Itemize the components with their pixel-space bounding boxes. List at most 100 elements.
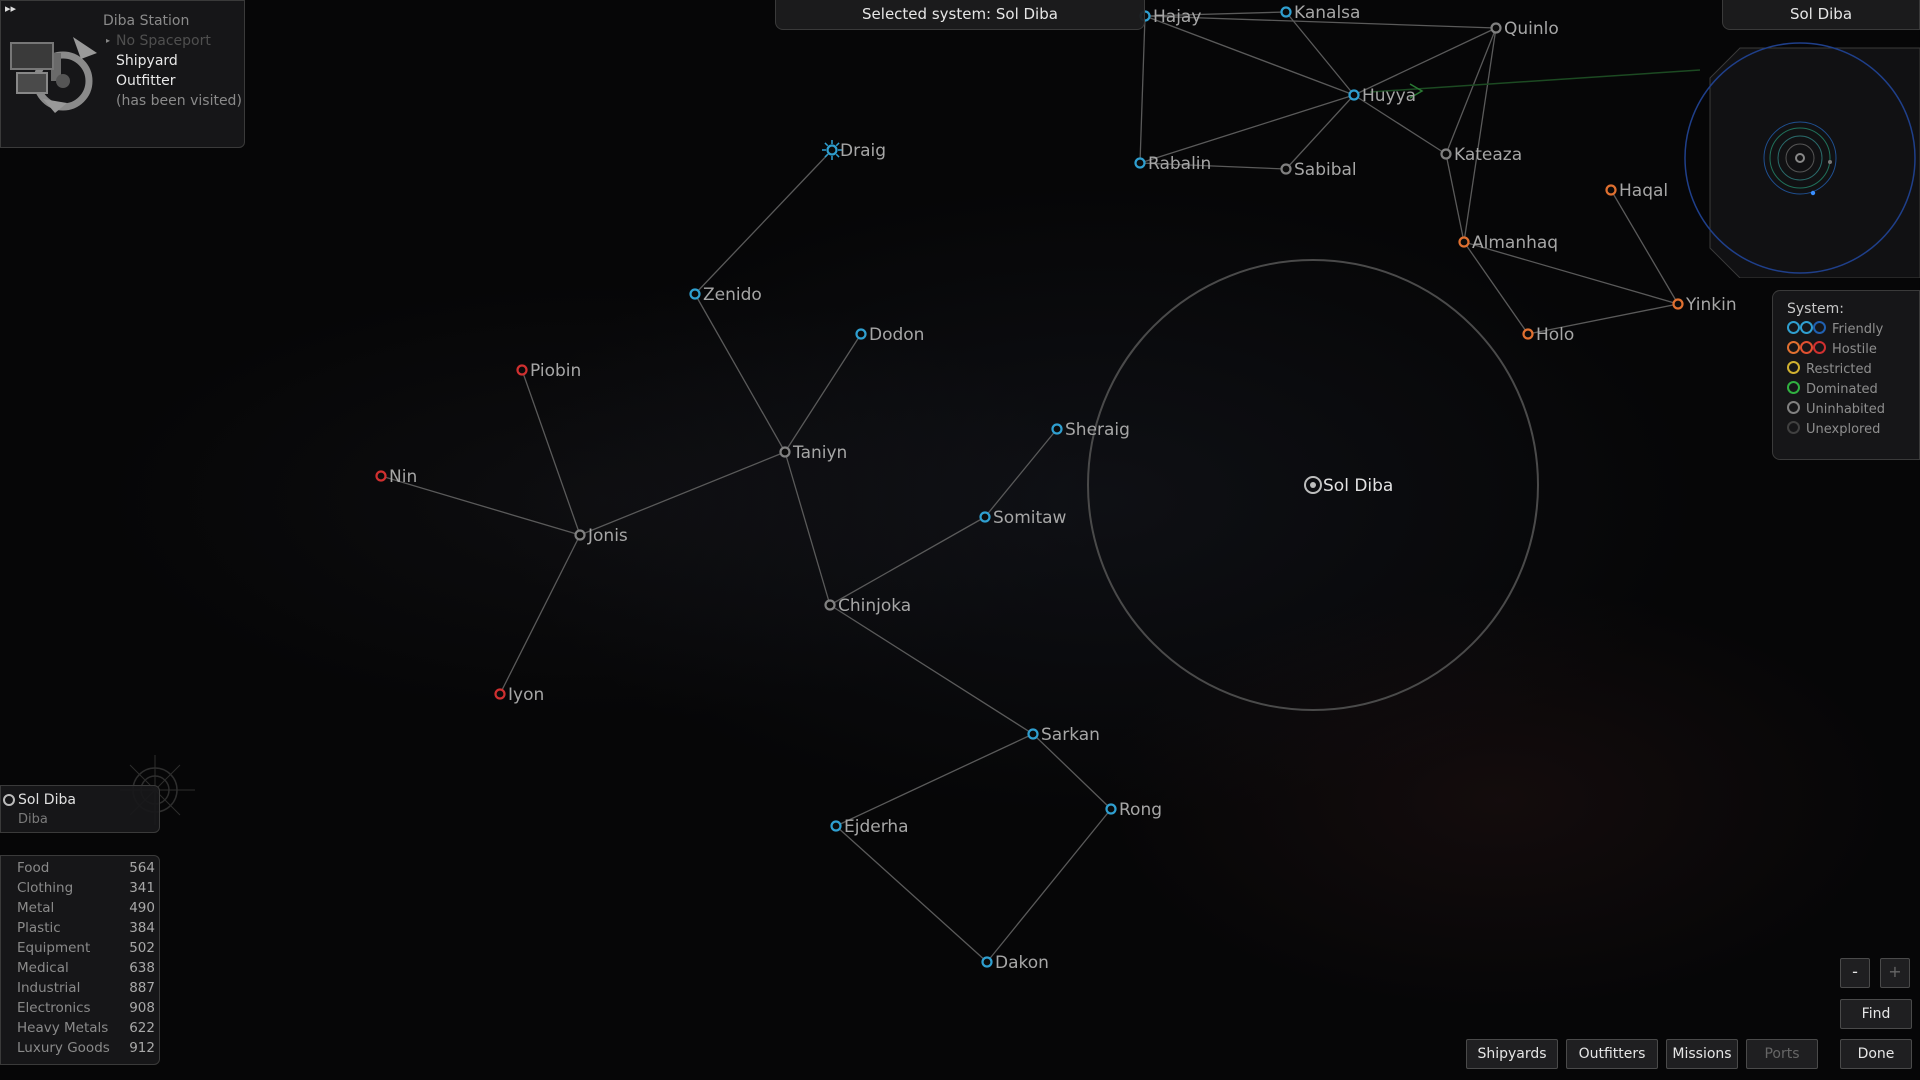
system-marker-icon [1027, 728, 1039, 740]
trade-row[interactable]: Equipment 502 [17, 940, 155, 960]
system-sol-diba[interactable]: Sol Diba [1304, 476, 1393, 496]
hyperlane-dodon-taniyn [784, 333, 862, 453]
service-shipyard: Shipyard [116, 53, 178, 69]
system-marker-icon [375, 470, 387, 482]
ports-button[interactable]: Ports [1746, 1039, 1818, 1069]
commodity-price: 564 [129, 860, 155, 876]
legend-label: Uninhabited [1806, 402, 1886, 417]
system-marker-icon [1605, 184, 1617, 196]
system-marker-icon [1348, 89, 1360, 101]
system-sabibal[interactable]: Sabibal [1280, 160, 1357, 180]
hyperlane-hajay-huyya [1144, 15, 1355, 96]
trade-row[interactable]: Luxury Goods 912 [17, 1040, 155, 1060]
commodity-name: Metal [17, 900, 55, 916]
system-piobin[interactable]: Piobin [516, 361, 582, 381]
hostile-dot-icon [1800, 341, 1813, 354]
system-ejderha[interactable]: Ejderha [830, 817, 909, 837]
system-label: Haqal [1619, 181, 1668, 201]
system-kateaza[interactable]: Kateaza [1440, 145, 1523, 165]
system-taniyn[interactable]: Taniyn [779, 443, 848, 463]
system-holo[interactable]: Holo [1522, 325, 1575, 345]
system-kanalsa[interactable]: Kanalsa [1280, 3, 1361, 23]
system-marker-icon [1280, 163, 1292, 175]
system-label: Huyya [1362, 86, 1416, 106]
uninhabited-dot-icon [1787, 401, 1800, 414]
system-rong[interactable]: Rong [1105, 800, 1163, 820]
hyperlane-somitaw-chinjoka [829, 516, 986, 606]
system-marker-icon [779, 446, 791, 458]
system-label: Ejderha [844, 817, 909, 837]
commodity-name: Medical [17, 960, 69, 976]
commodity-price: 622 [129, 1020, 155, 1036]
system-jonis[interactable]: Jonis [574, 526, 628, 546]
find-button[interactable]: Find [1840, 999, 1912, 1029]
system-label: Dodon [869, 325, 924, 345]
system-marker-icon [981, 956, 993, 968]
system-chinjoka[interactable]: Chinjoka [824, 596, 912, 616]
galaxy-map[interactable]: Hajay Kanalsa Quinlo Huyya Rabalin Sabibal Kat… [0, 0, 1920, 1080]
selected-system-center-icon [1310, 482, 1316, 488]
system-sarkan[interactable]: Sarkan [1027, 725, 1100, 745]
hyperlane-draig-zenido [694, 149, 833, 295]
shipyards-button[interactable]: Shipyards [1466, 1039, 1558, 1069]
fast-forward-icon[interactable]: ▸▸ [5, 2, 16, 15]
system-label: Rabalin [1148, 154, 1211, 174]
zoom-out-button[interactable]: - [1840, 958, 1870, 988]
system-dodon[interactable]: Dodon [855, 325, 925, 345]
hyperlane-quinlo-almanhaq [1463, 27, 1497, 243]
system-label: Dakon [995, 953, 1049, 973]
hostile-dot-icon [1787, 341, 1800, 354]
system-label: Yinkin [1685, 295, 1737, 315]
system-info-panel: Sol Diba Diba [0, 785, 160, 833]
system-label: Zenido [703, 285, 762, 305]
system-draig[interactable]: Draig [822, 140, 886, 161]
system-nin[interactable]: Nin [375, 467, 418, 487]
system-hajay[interactable]: Hajay [1139, 7, 1202, 27]
done-button[interactable]: Done [1840, 1039, 1912, 1069]
system-rabalin[interactable]: Rabalin [1134, 154, 1212, 174]
trade-row[interactable]: Heavy Metals 622 [17, 1020, 155, 1040]
waypoint-ray [824, 153, 829, 158]
station-name: Diba Station [103, 13, 190, 29]
trade-row[interactable]: Industrial 887 [17, 980, 155, 1000]
system-marker-icon [1440, 148, 1452, 160]
hyperlane-sarkan-rong [1032, 733, 1112, 810]
system-label: Almanhaq [1472, 233, 1558, 253]
system-almanhaq[interactable]: Almanhaq [1458, 233, 1559, 253]
system-marker-icon [1672, 298, 1684, 310]
trade-row[interactable]: Electronics 908 [17, 1000, 155, 1020]
trade-row[interactable]: Clothing 341 [17, 880, 155, 900]
missions-button[interactable]: Missions [1666, 1039, 1738, 1069]
commodity-price: 384 [129, 920, 155, 936]
system-huyya[interactable]: Huyya [1348, 86, 1417, 106]
system-minimap[interactable] [1680, 38, 1920, 278]
trade-row[interactable]: Metal 490 [17, 900, 155, 920]
hyperlane-quinlo-kateaza [1445, 27, 1497, 155]
zoom-in-button[interactable]: + [1880, 958, 1910, 988]
outfitters-button[interactable]: Outfitters [1566, 1039, 1658, 1069]
commodity-price: 638 [129, 960, 155, 976]
commodity-price: 887 [129, 980, 155, 996]
legend-label: Unexplored [1806, 422, 1881, 437]
waypoint-ray [824, 142, 829, 147]
system-label: Holo [1536, 325, 1574, 345]
trade-row[interactable]: Food 564 [17, 860, 155, 880]
system-somitaw[interactable]: Somitaw [979, 508, 1067, 528]
system-quinlo[interactable]: Quinlo [1490, 19, 1559, 39]
trade-row[interactable]: Plastic 384 [17, 920, 155, 940]
system-label: Draig [840, 141, 886, 161]
system-sheraig[interactable]: Sheraig [1051, 420, 1130, 440]
friendly-dot-icon [1787, 321, 1800, 334]
hyperlane-jonis-iyon [499, 534, 581, 695]
system-label: Jonis [587, 526, 628, 546]
system-marker-icon [826, 144, 838, 156]
hyperlane-taniyn-jonis [579, 451, 786, 536]
commodity-name: Food [17, 860, 50, 876]
trade-row[interactable]: Medical 638 [17, 960, 155, 980]
friendly-dot-icon [1813, 321, 1826, 334]
hyperlane-almanhaq-holo [1463, 241, 1529, 335]
commodity-name: Heavy Metals [17, 1020, 109, 1036]
spaceport-status: ▸ No Spaceport [106, 33, 211, 49]
system-yinkin[interactable]: Yinkin [1672, 295, 1737, 315]
system-label: Nin [389, 467, 417, 487]
